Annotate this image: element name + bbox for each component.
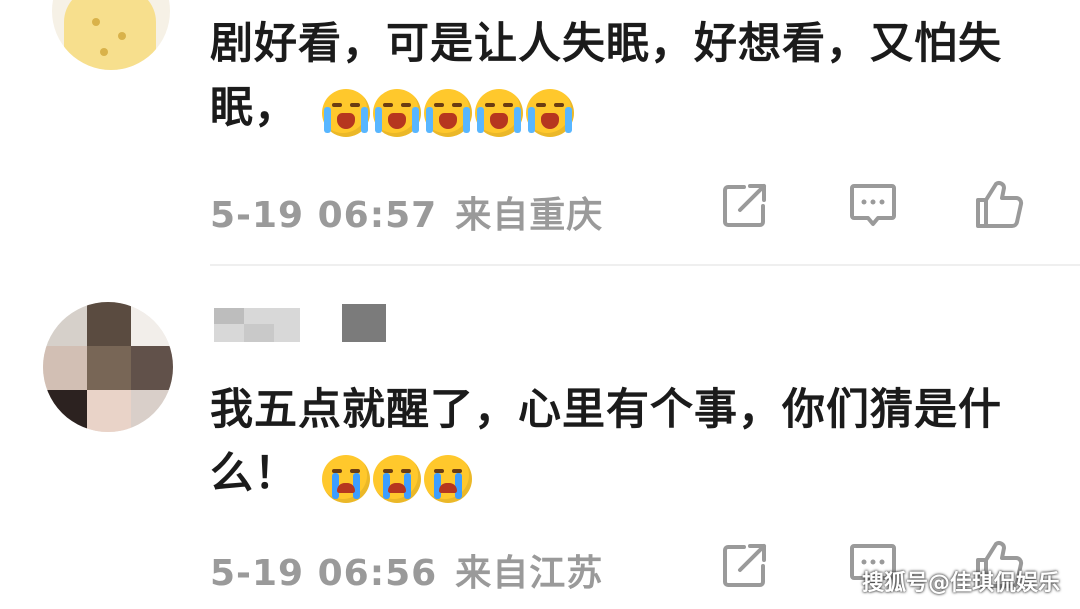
laughing-tears-emoji-icon [526,89,574,137]
comment-item: 剧好看，可是让人失眠，好想看，又怕失眠， 5-19 06:57 来自重庆 [0,0,1080,265]
comment-time: 5-19 06:56 [210,553,437,594]
emoji-group [322,79,577,143]
avatar-dot [92,18,100,26]
share-icon[interactable] [718,538,772,592]
crying-emoji-icon [322,455,370,503]
watermark: 搜狐号@佳琪侃娱乐 [862,565,1060,597]
thumbs-up-icon[interactable] [972,178,1026,232]
share-icon[interactable] [718,178,772,232]
comment-meta: 5-19 06:56 来自江苏 [210,544,603,596]
comment-meta: 5-19 06:57 来自重庆 [210,186,603,238]
comment-time: 5-19 06:57 [210,195,437,236]
crying-emoji-icon [373,455,421,503]
avatar-dot [100,48,108,56]
avatar[interactable] [52,0,170,70]
comment-item: 我五点就醒了，心里有个事，你们猜是什么！ 5-19 06:56 来自江苏 [0,266,1080,609]
username-mosaic[interactable] [214,304,394,342]
avatar[interactable] [43,302,173,432]
crying-emoji-icon [424,455,472,503]
avatar-dot [118,32,126,40]
laughing-tears-emoji-icon [373,89,421,137]
avatar-body [64,0,156,70]
comment-text: 我五点就醒了，心里有个事，你们猜是什么！ [210,378,1050,509]
comment-icon[interactable] [846,178,900,232]
emoji-group [322,445,475,509]
comment-location: 来自江苏 [455,553,603,594]
comment-text: 剧好看，可是让人失眠，好想看，又怕失眠， [210,12,1050,143]
comment-location: 来自重庆 [455,195,603,236]
laughing-tears-emoji-icon [322,89,370,137]
laughing-tears-emoji-icon [475,89,523,137]
laughing-tears-emoji-icon [424,89,472,137]
